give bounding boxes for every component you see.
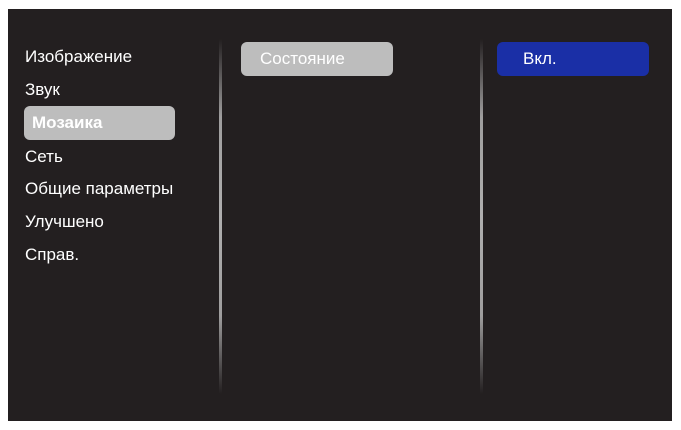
menu-item-tiling[interactable]: Мозаика [24,106,175,140]
menu-item-sound[interactable]: Звук [25,73,60,107]
menu-item-advanced[interactable]: Улучшено [25,205,104,239]
menu-item-help[interactable]: Справ. [25,238,79,272]
status-submenu-item[interactable]: Состояние [241,42,393,76]
menu-item-network[interactable]: Сеть [25,140,63,174]
menu-item-general-settings[interactable]: Общие параметры [25,172,173,206]
status-value-on-option[interactable]: Вкл. [497,42,649,76]
column-divider-right [480,39,483,394]
menu-item-picture[interactable]: Изображение [25,40,132,74]
column-divider-left [219,39,222,394]
osd-menu-panel: Изображение Звук Мозаика Сеть Общие пара… [8,9,672,421]
